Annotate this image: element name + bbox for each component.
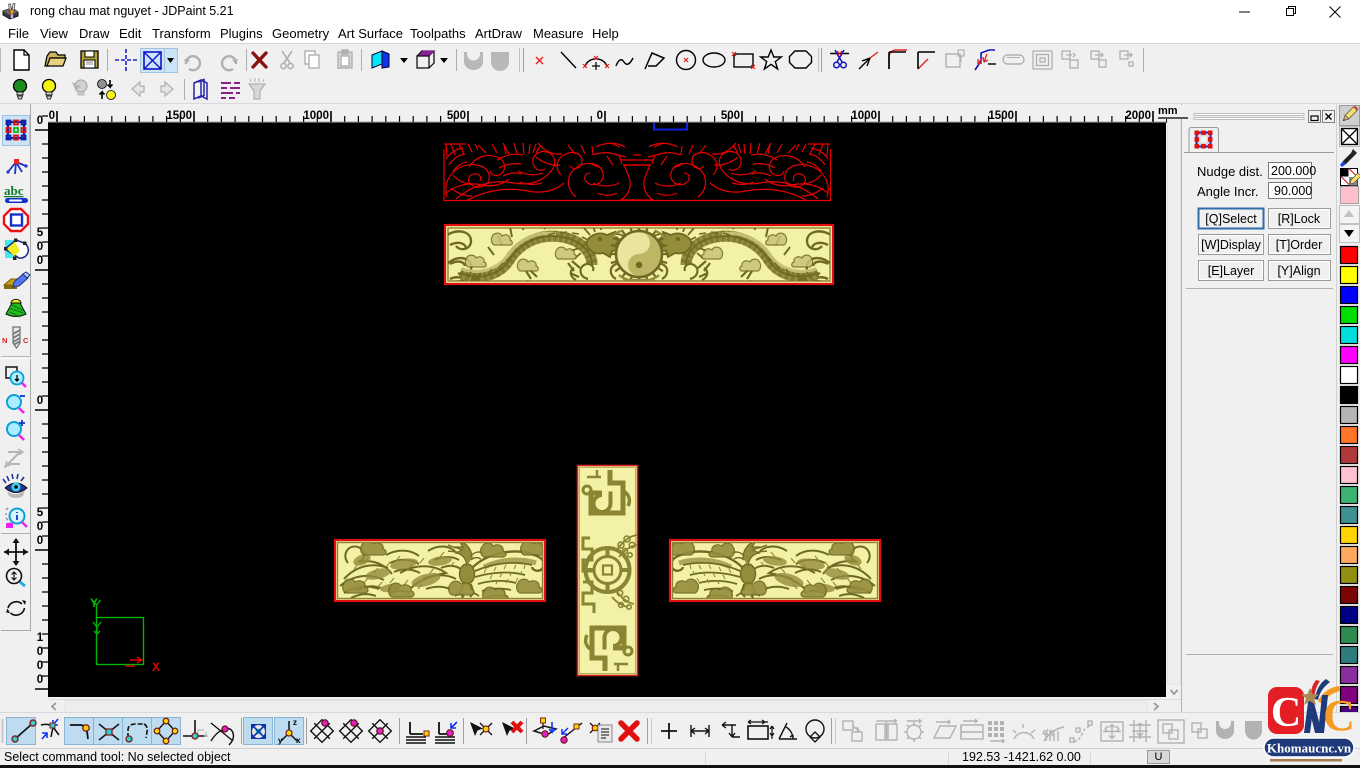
svg-text:1500: 1500 — [988, 110, 1014, 122]
svg-text:90.000: 90.000 — [1274, 184, 1312, 198]
svg-text:0: 0 — [37, 660, 43, 672]
svg-text:5: 5 — [37, 507, 44, 519]
svg-text:0: 0 — [37, 521, 43, 533]
svg-text:[W]Display: [W]Display — [1201, 238, 1261, 252]
svg-text:0: 0 — [37, 395, 43, 407]
svg-text:X: X — [152, 660, 160, 674]
svg-text:z: z — [293, 718, 297, 727]
svg-text:1000: 1000 — [303, 110, 329, 122]
svg-text:[Y]Align: [Y]Align — [1277, 264, 1320, 278]
svg-text:0: 0 — [49, 110, 55, 122]
svg-text:Y: Y — [90, 596, 98, 610]
svg-text:y: y — [278, 736, 283, 745]
svg-text:0: 0 — [37, 115, 43, 127]
svg-text:0: 0 — [37, 241, 43, 253]
svg-text:C: C — [1323, 691, 1355, 740]
svg-text:0: 0 — [37, 674, 43, 686]
svg-text:5: 5 — [37, 227, 44, 239]
svg-text:Khomaucnc.vn: Khomaucnc.vn — [1267, 741, 1352, 756]
svg-text:2000: 2000 — [1125, 110, 1151, 122]
svg-text:N: N — [2, 336, 7, 345]
svg-text:[R]Lock: [R]Lock — [1278, 212, 1321, 226]
svg-text:500: 500 — [721, 110, 740, 122]
svg-text:abc: abc — [4, 183, 24, 198]
svg-text:500: 500 — [447, 110, 466, 122]
svg-text:1000: 1000 — [851, 110, 877, 122]
svg-text:C: C — [1271, 690, 1301, 736]
svg-text:1: 1 — [37, 632, 44, 644]
svg-text:[E]Layer: [E]Layer — [1208, 264, 1255, 278]
svg-text:0: 0 — [37, 535, 43, 547]
svg-text:C: C — [23, 336, 29, 345]
svg-text:0: 0 — [597, 110, 603, 122]
svg-text:Nudge dist.: Nudge dist. — [1197, 164, 1263, 179]
svg-text:Angle Incr.: Angle Incr. — [1197, 184, 1258, 199]
svg-text:x: x — [296, 736, 301, 745]
svg-text:0: 0 — [37, 646, 43, 658]
svg-text:[T]Order: [T]Order — [1276, 238, 1323, 252]
svg-text:0: 0 — [37, 255, 43, 267]
svg-text:200.000: 200.000 — [1271, 164, 1316, 178]
svg-text:[Q]Select: [Q]Select — [1205, 212, 1257, 226]
svg-text:1500: 1500 — [166, 110, 192, 122]
